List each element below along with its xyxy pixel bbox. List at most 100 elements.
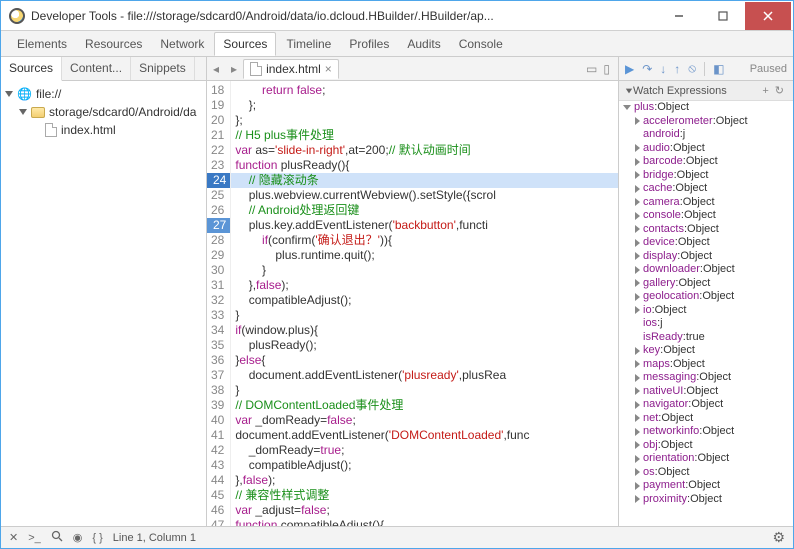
line-number[interactable]: 47 [211, 518, 224, 526]
line-number[interactable]: 38 [211, 383, 224, 398]
line-number[interactable]: 29 [211, 248, 224, 263]
left-tab-snippets[interactable]: Snippets [131, 57, 195, 80]
code-line[interactable]: }else{ [231, 353, 618, 368]
main-tab-elements[interactable]: Elements [9, 33, 75, 55]
line-number[interactable]: 18 [211, 83, 224, 98]
code-line[interactable]: document.addEventListener('plusready',pl… [231, 368, 618, 383]
resume-button[interactable]: ▶ [625, 62, 634, 76]
line-number[interactable]: 42 [211, 443, 224, 458]
watch-item[interactable]: camera: Object [619, 196, 793, 210]
refresh-watch-button[interactable]: ↻ [772, 84, 787, 97]
watch-item[interactable]: contacts: Object [619, 223, 793, 237]
watch-item[interactable]: barcode: Object [619, 155, 793, 169]
code-line[interactable]: if(window.plus){ [231, 323, 618, 338]
code-line[interactable]: // H5 plus事件处理 [231, 128, 618, 143]
line-number[interactable]: 31 [211, 278, 224, 293]
code-line[interactable]: // 隐藏滚动条 [231, 173, 618, 188]
tree-file[interactable]: index.html [5, 121, 202, 139]
close-icon[interactable]: × [325, 62, 332, 76]
main-tab-timeline[interactable]: Timeline [278, 33, 339, 55]
watch-item[interactable]: os: Object [619, 466, 793, 480]
watch-item[interactable]: downloader: Object [619, 263, 793, 277]
line-number[interactable]: 23 [211, 158, 224, 173]
code-editor[interactable]: 1819202122232425262728293031323334353637… [207, 81, 618, 526]
console-icon[interactable]: >_ [28, 532, 41, 544]
line-number[interactable]: 45 [211, 488, 224, 503]
line-number[interactable]: 30 [211, 263, 224, 278]
search-icon[interactable] [51, 530, 63, 545]
close-drawer-icon[interactable]: ✕ [9, 531, 18, 544]
sidebar-toggle-icon[interactable]: ▯ [603, 62, 610, 76]
deactivate-breakpoints-button[interactable]: ⦸ [688, 61, 696, 76]
line-number[interactable]: 27 [207, 218, 230, 233]
code-line[interactable]: compatibleAdjust(); [231, 293, 618, 308]
line-number[interactable]: 46 [211, 503, 224, 518]
code-line[interactable]: return false; [231, 83, 618, 98]
line-number[interactable]: 26 [211, 203, 224, 218]
watch-item[interactable]: device: Object [619, 236, 793, 250]
code-line[interactable]: // Android处理返回键 [231, 203, 618, 218]
line-number[interactable]: 43 [211, 458, 224, 473]
watch-item[interactable]: console: Object [619, 209, 793, 223]
line-number[interactable]: 36 [211, 353, 224, 368]
watch-item[interactable]: nativeUI: Object [619, 385, 793, 399]
code-line[interactable]: plus.webview.currentWebview().setStyle({… [231, 188, 618, 203]
format-icon[interactable]: ▭ [586, 62, 597, 76]
watch-item[interactable]: proximity: Object [619, 493, 793, 507]
step-over-button[interactable]: ↷ [642, 62, 652, 76]
watch-item[interactable]: isReady: true [619, 331, 793, 345]
add-watch-button[interactable]: + [759, 85, 771, 97]
line-number[interactable]: 20 [211, 113, 224, 128]
pause-on-exceptions-button[interactable]: ◧ [713, 62, 724, 76]
watch-item[interactable]: navigator: Object [619, 398, 793, 412]
maximize-button[interactable] [701, 2, 745, 30]
code-line[interactable]: var _domReady=false; [231, 413, 618, 428]
watch-item[interactable]: bridge: Object [619, 169, 793, 183]
watch-item[interactable]: networkinfo: Object [619, 425, 793, 439]
line-number[interactable]: 34 [211, 323, 224, 338]
code-line[interactable]: } [231, 308, 618, 323]
line-number[interactable]: 19 [211, 98, 224, 113]
watch-item[interactable]: ios: j [619, 317, 793, 331]
line-number[interactable]: 21 [211, 128, 224, 143]
main-tab-audits[interactable]: Audits [399, 33, 448, 55]
watch-item[interactable]: cache: Object [619, 182, 793, 196]
watch-item[interactable]: io: Object [619, 304, 793, 318]
watch-item[interactable]: gallery: Object [619, 277, 793, 291]
code-line[interactable]: _domReady=true; [231, 443, 618, 458]
main-tab-sources[interactable]: Sources [214, 32, 276, 56]
line-number[interactable]: 25 [211, 188, 224, 203]
main-tab-console[interactable]: Console [451, 33, 511, 55]
code-line[interactable]: function compatibleAdjust(){ [231, 518, 618, 526]
code-line[interactable]: if(confirm('确认退出？')){ [231, 233, 618, 248]
watch-item[interactable]: orientation: Object [619, 452, 793, 466]
minimize-button[interactable] [657, 2, 701, 30]
main-tab-network[interactable]: Network [152, 33, 212, 55]
code-line[interactable]: // 兼容性样式调整 [231, 488, 618, 503]
code-line[interactable]: },false); [231, 473, 618, 488]
editor-tab[interactable]: index.html × [243, 59, 339, 79]
watch-item[interactable]: obj: Object [619, 439, 793, 453]
watch-item[interactable]: plus: Object [619, 101, 793, 115]
watch-item[interactable]: android: j [619, 128, 793, 142]
step-out-button[interactable]: ↑ [674, 62, 680, 76]
tab-history-back[interactable]: ◂ [207, 62, 225, 76]
tab-history-forward[interactable]: ▸ [225, 62, 243, 76]
watch-item[interactable]: maps: Object [619, 358, 793, 372]
code-area[interactable]: return false; };};// H5 plus事件处理var as='… [231, 81, 618, 526]
watch-item[interactable]: geolocation: Object [619, 290, 793, 304]
watch-item[interactable]: key: Object [619, 344, 793, 358]
code-line[interactable]: plus.key.addEventListener('backbutton',f… [231, 218, 618, 233]
code-line[interactable]: var as='slide-in-right',at=200;// 默认动画时间 [231, 143, 618, 158]
main-tab-resources[interactable]: Resources [77, 33, 150, 55]
line-number[interactable]: 35 [211, 338, 224, 353]
line-number[interactable]: 24 [207, 173, 230, 188]
tree-folder[interactable]: storage/sdcard0/Android/da [5, 103, 202, 121]
line-number[interactable]: 28 [211, 233, 224, 248]
main-tab-profiles[interactable]: Profiles [341, 33, 397, 55]
code-line[interactable]: }; [231, 98, 618, 113]
code-line[interactable]: var _adjust=false; [231, 503, 618, 518]
watch-item[interactable]: audio: Object [619, 142, 793, 156]
line-number[interactable]: 41 [211, 428, 224, 443]
left-tab-content[interactable]: Content... [62, 57, 131, 80]
